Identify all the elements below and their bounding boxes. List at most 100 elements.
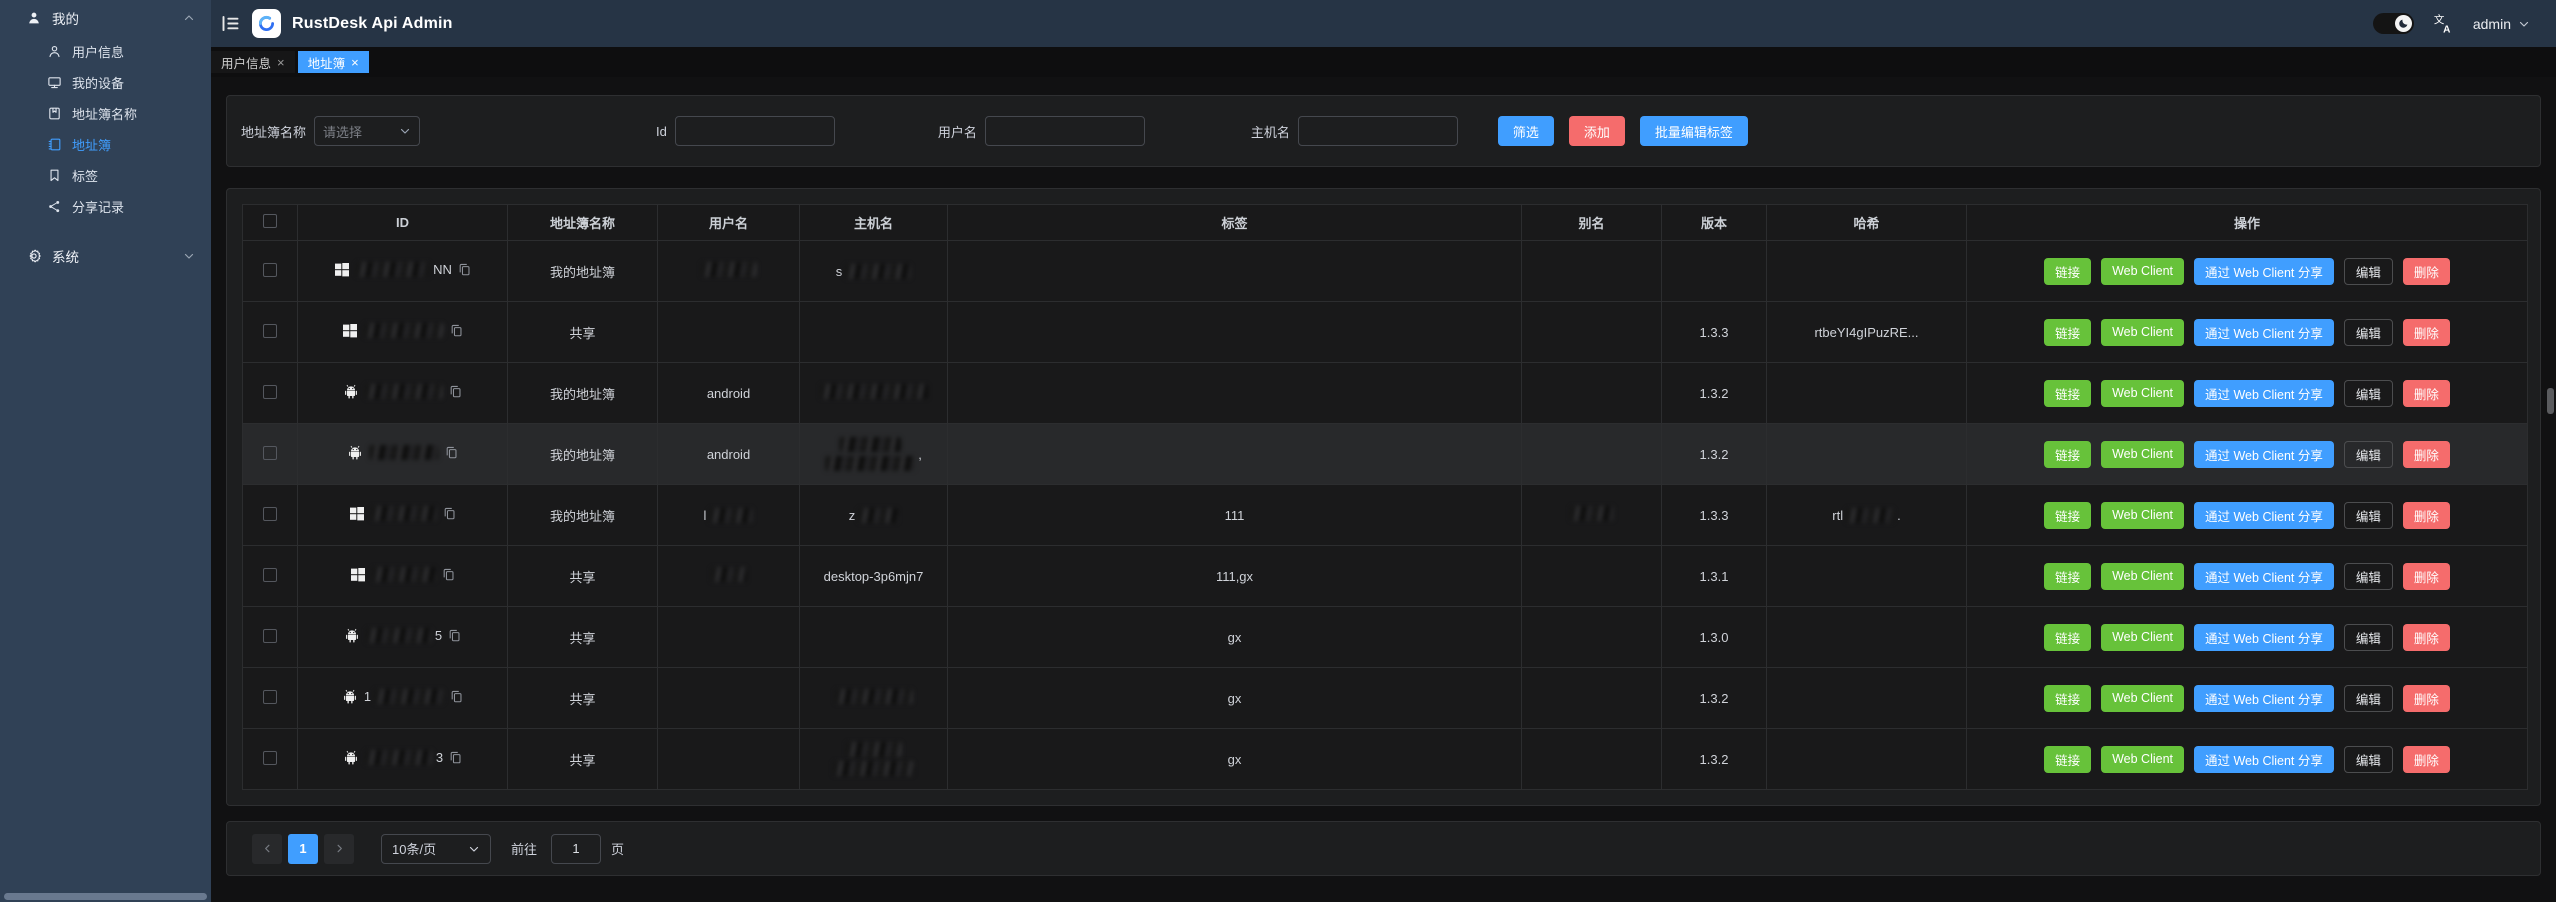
sidebar-group-my[interactable]: 我的 bbox=[0, 0, 211, 36]
delete-button[interactable]: 删除 bbox=[2403, 380, 2450, 407]
addressbook-name: 共享 bbox=[569, 326, 595, 341]
sidebar-item-label: 系统 bbox=[52, 246, 79, 266]
delete-button[interactable]: 删除 bbox=[2403, 319, 2450, 346]
share-web-client-button[interactable]: 通过 Web Client 分享 bbox=[2194, 380, 2334, 407]
share-web-client-button[interactable]: 通过 Web Client 分享 bbox=[2194, 563, 2334, 590]
row-checkbox[interactable] bbox=[263, 568, 277, 582]
copy-icon[interactable] bbox=[449, 751, 462, 764]
link-button[interactable]: 链接 bbox=[2044, 685, 2091, 712]
sidebar-item-tags[interactable]: 标签 bbox=[0, 160, 211, 191]
row-checkbox[interactable] bbox=[263, 690, 277, 704]
close-icon[interactable]: × bbox=[351, 56, 359, 69]
row-checkbox[interactable] bbox=[263, 324, 277, 338]
delete-button[interactable]: 删除 bbox=[2403, 502, 2450, 529]
next-page-button[interactable] bbox=[324, 834, 354, 864]
fold-menu-icon[interactable] bbox=[220, 13, 241, 34]
row-checkbox[interactable] bbox=[263, 507, 277, 521]
web-client-button[interactable]: Web Client bbox=[2101, 380, 2184, 407]
batch-edit-tags-button[interactable]: 批量编辑标签 bbox=[1640, 116, 1748, 146]
copy-icon[interactable] bbox=[445, 446, 458, 459]
row-checkbox[interactable] bbox=[263, 446, 277, 460]
web-client-button[interactable]: Web Client bbox=[2101, 746, 2184, 773]
share-web-client-button[interactable]: 通过 Web Client 分享 bbox=[2194, 685, 2334, 712]
link-button[interactable]: 链接 bbox=[2044, 624, 2091, 651]
sidebar-item-share-records[interactable]: 分享记录 bbox=[0, 191, 211, 222]
hostname-input[interactable] bbox=[1298, 116, 1458, 146]
user-menu[interactable]: admin bbox=[2473, 16, 2530, 32]
link-button[interactable]: 链接 bbox=[2044, 258, 2091, 285]
delete-button[interactable]: 删除 bbox=[2403, 563, 2450, 590]
share-web-client-button[interactable]: 通过 Web Client 分享 bbox=[2194, 502, 2334, 529]
row-checkbox[interactable] bbox=[263, 751, 277, 765]
prev-page-button[interactable] bbox=[252, 834, 282, 864]
delete-button[interactable]: 删除 bbox=[2403, 624, 2450, 651]
close-icon[interactable]: × bbox=[277, 56, 285, 69]
edit-button[interactable]: 编辑 bbox=[2344, 746, 2393, 773]
filter-button[interactable]: 筛选 bbox=[1498, 116, 1554, 146]
select-all-checkbox[interactable] bbox=[263, 214, 277, 228]
addressbook-table-card: ID地址簿名称用户名主机名标签别名版本哈希操作 NN我的地址簿s链接Web Cl… bbox=[226, 188, 2541, 806]
sidebar-scrollbar-thumb[interactable] bbox=[4, 893, 207, 900]
web-client-button[interactable]: Web Client bbox=[2101, 685, 2184, 712]
addressbook-name-select[interactable]: 请选择 bbox=[314, 116, 420, 146]
link-button[interactable]: 链接 bbox=[2044, 441, 2091, 468]
link-button[interactable]: 链接 bbox=[2044, 319, 2091, 346]
web-client-button[interactable]: Web Client bbox=[2101, 502, 2184, 529]
language-icon[interactable]: 文A bbox=[2433, 13, 2454, 34]
web-client-button[interactable]: Web Client bbox=[2101, 258, 2184, 285]
delete-button[interactable]: 删除 bbox=[2403, 746, 2450, 773]
sidebar-item-my-devices[interactable]: 我的设备 bbox=[0, 67, 211, 98]
copy-icon[interactable] bbox=[442, 568, 455, 581]
link-button[interactable]: 链接 bbox=[2044, 380, 2091, 407]
share-web-client-button[interactable]: 通过 Web Client 分享 bbox=[2194, 624, 2334, 651]
tab-user-info[interactable]: 用户信息× bbox=[211, 51, 295, 73]
sidebar-item-addressbook-names[interactable]: 地址簿名称 bbox=[0, 98, 211, 129]
row-checkbox[interactable] bbox=[263, 263, 277, 277]
share-web-client-button[interactable]: 通过 Web Client 分享 bbox=[2194, 441, 2334, 468]
share-web-client-button[interactable]: 通过 Web Client 分享 bbox=[2194, 319, 2334, 346]
share-web-client-button[interactable]: 通过 Web Client 分享 bbox=[2194, 746, 2334, 773]
link-button[interactable]: 链接 bbox=[2044, 563, 2091, 590]
edit-button[interactable]: 编辑 bbox=[2344, 563, 2393, 590]
add-button[interactable]: 添加 bbox=[1569, 116, 1625, 146]
link-button[interactable]: 链接 bbox=[2044, 746, 2091, 773]
sidebar-item-addressbook[interactable]: 地址簿 bbox=[0, 129, 211, 160]
web-client-button[interactable]: Web Client bbox=[2101, 441, 2184, 468]
tags: 111,gx bbox=[1216, 569, 1253, 584]
share-web-client-button[interactable]: 通过 Web Client 分享 bbox=[2194, 258, 2334, 285]
page-scrollbar-thumb[interactable] bbox=[2547, 388, 2554, 414]
edit-button[interactable]: 编辑 bbox=[2344, 258, 2393, 285]
sidebar-item-user-info[interactable]: 用户信息 bbox=[0, 36, 211, 67]
edit-button[interactable]: 编辑 bbox=[2344, 624, 2393, 651]
copy-icon[interactable] bbox=[448, 629, 461, 642]
tab-addressbook[interactable]: 地址簿× bbox=[298, 51, 369, 73]
page-1-button[interactable]: 1 bbox=[288, 834, 318, 864]
copy-icon[interactable] bbox=[443, 507, 456, 520]
web-client-button[interactable]: Web Client bbox=[2101, 319, 2184, 346]
row-checkbox[interactable] bbox=[263, 629, 277, 643]
web-client-button[interactable]: Web Client bbox=[2101, 624, 2184, 651]
web-client-button[interactable]: Web Client bbox=[2101, 563, 2184, 590]
cell-hostname: , bbox=[800, 424, 948, 485]
edit-button[interactable]: 编辑 bbox=[2344, 441, 2393, 468]
theme-toggle[interactable] bbox=[2373, 13, 2414, 34]
sidebar-item-system[interactable]: 系统 bbox=[0, 238, 211, 274]
id-input[interactable] bbox=[675, 116, 835, 146]
addressbook-name: 我的地址簿 bbox=[550, 448, 615, 463]
edit-button[interactable]: 编辑 bbox=[2344, 380, 2393, 407]
page-size-select[interactable]: 10条/页 bbox=[381, 834, 491, 864]
delete-button[interactable]: 删除 bbox=[2403, 685, 2450, 712]
link-button[interactable]: 链接 bbox=[2044, 502, 2091, 529]
row-checkbox[interactable] bbox=[263, 385, 277, 399]
edit-button[interactable]: 编辑 bbox=[2344, 685, 2393, 712]
goto-page-input[interactable] bbox=[551, 834, 601, 864]
copy-icon[interactable] bbox=[458, 263, 471, 276]
edit-button[interactable]: 编辑 bbox=[2344, 319, 2393, 346]
copy-icon[interactable] bbox=[450, 324, 463, 337]
delete-button[interactable]: 删除 bbox=[2403, 441, 2450, 468]
username-input[interactable] bbox=[985, 116, 1145, 146]
edit-button[interactable]: 编辑 bbox=[2344, 502, 2393, 529]
delete-button[interactable]: 删除 bbox=[2403, 258, 2450, 285]
copy-icon[interactable] bbox=[449, 385, 462, 398]
copy-icon[interactable] bbox=[450, 690, 463, 703]
